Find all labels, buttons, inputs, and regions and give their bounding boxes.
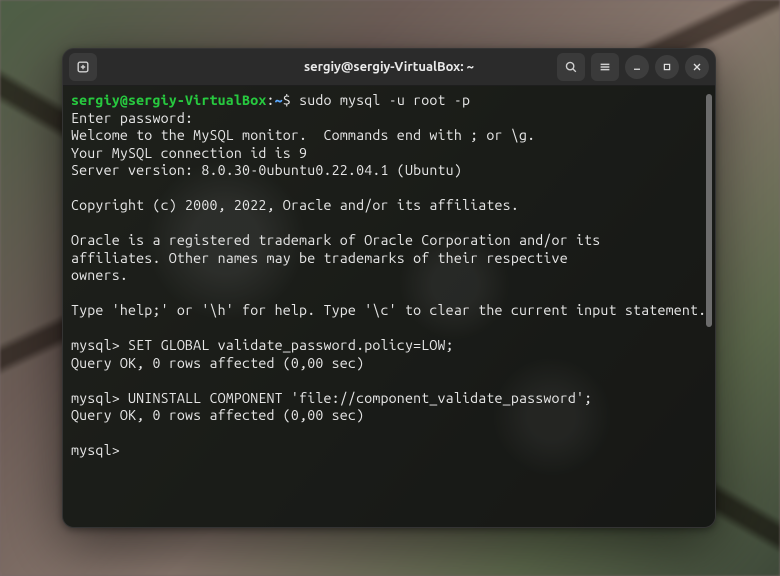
shell-command: sudo mysql -u root -p [299, 92, 470, 108]
close-button[interactable] [685, 55, 709, 79]
output-line: Your MySQL connection id is 9 [71, 145, 307, 161]
prompt-separator: : [266, 92, 274, 108]
scrollbar-thumb[interactable] [706, 94, 712, 327]
terminal-window: sergiy@sergiy-VirtualBox: ~ [62, 48, 716, 528]
search-button[interactable] [557, 53, 585, 81]
minimize-icon [631, 61, 643, 73]
scrollbar[interactable] [706, 94, 712, 447]
sql-statement: UNINSTALL COMPONENT 'file://component_va… [128, 390, 592, 406]
search-icon [564, 60, 578, 74]
sql-statement: SET GLOBAL validate_password.policy=LOW; [128, 337, 454, 353]
new-tab-icon [76, 60, 90, 74]
output-line: Type 'help;' or '\h' for help. Type '\c'… [71, 302, 706, 318]
titlebar[interactable]: sergiy@sergiy-VirtualBox: ~ [63, 49, 715, 86]
mysql-prompt: mysql> [71, 390, 128, 406]
mysql-prompt: mysql> [71, 337, 128, 353]
new-tab-button[interactable] [69, 53, 97, 81]
prompt-user-host: sergiy@sergiy-VirtualBox [71, 92, 266, 108]
hamburger-menu-icon [598, 60, 612, 74]
maximize-icon [661, 61, 673, 73]
prompt-path: ~ [275, 92, 283, 108]
output-line: Enter password: [71, 110, 193, 126]
output-line: Query OK, 0 rows affected (0,00 sec) [71, 355, 364, 371]
output-line: owners. [71, 267, 128, 283]
output-line: Copyright (c) 2000, 2022, Oracle and/or … [71, 197, 519, 213]
terminal-body[interactable]: sergiy@sergiy-VirtualBox:~$ sudo mysql -… [63, 86, 715, 527]
maximize-button[interactable] [655, 55, 679, 79]
terminal-output[interactable]: sergiy@sergiy-VirtualBox:~$ sudo mysql -… [63, 86, 715, 466]
close-icon [691, 61, 703, 73]
menu-button[interactable] [591, 53, 619, 81]
output-line: Query OK, 0 rows affected (0,00 sec) [71, 407, 364, 423]
mysql-prompt: mysql> [71, 442, 128, 458]
minimize-button[interactable] [625, 55, 649, 79]
output-line: Welcome to the MySQL monitor. Commands e… [71, 127, 535, 143]
output-line: Oracle is a registered trademark of Orac… [71, 232, 600, 248]
output-line: affiliates. Other names may be trademark… [71, 250, 568, 266]
output-line: Server version: 8.0.30-0ubuntu0.22.04.1 … [71, 162, 462, 178]
prompt-dollar: $ [283, 92, 299, 108]
